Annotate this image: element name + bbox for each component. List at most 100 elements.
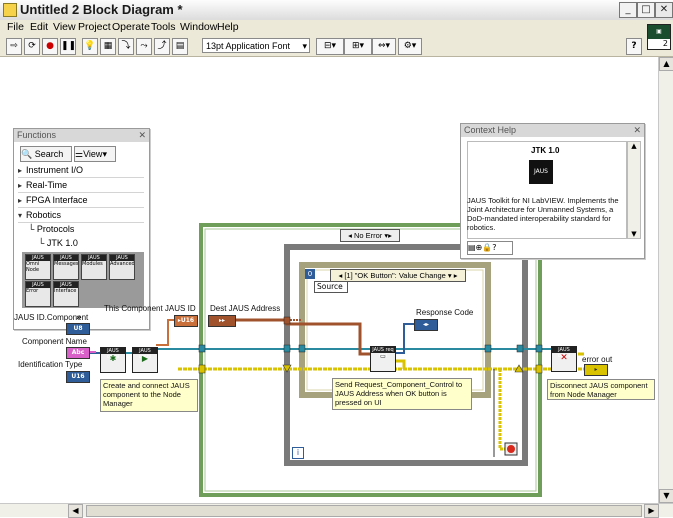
menu-operate[interactable]: Operate [112,21,150,33]
block-diagram-canvas[interactable]: Functions ✕ 🔍 Search ⚌View▾ ▸ Instrument I… [0,57,658,503]
scroll-down-icon[interactable]: ▼ [628,230,640,238]
window-title: Untitled 2 Block Diagram * [20,2,183,17]
vertical-scrollbar[interactable]: ▲ ▼ [658,57,673,503]
dest-jaus-address-label: Dest JAUS Address [210,304,281,313]
help-button[interactable]: ? [626,38,642,55]
palette-icon-advanced[interactable]: JAUS Advanced [109,254,135,280]
vi-icon-number: 2 [662,39,668,48]
context-help-heading: JTK 1.0 [531,146,560,155]
scroll-up-icon[interactable]: ▲ [628,142,640,150]
icon-label: Error [26,288,39,294]
title-bar: Untitled 2 Block Diagram * _ □ ✕ [0,0,673,21]
this-component-indicator[interactable]: ▸U16 [174,315,198,327]
vi-icon-graphic: ▣ [648,25,670,39]
functions-palette[interactable]: Functions ✕ 🔍 Search ⚌View▾ ▸ Instrument I… [13,128,150,330]
context-help-title-text: Context Help [464,125,517,135]
response-code-indicator[interactable]: ◂▸ [414,319,438,331]
minimize-button[interactable]: _ [619,2,637,18]
identification-type-label: Identification Type [18,360,83,369]
scroll-up-icon[interactable]: ▲ [659,57,673,71]
palette-category-robotics[interactable]: ▾ Robotics [18,209,144,223]
functions-title-text: Functions [17,130,57,140]
context-help-buttons[interactable]: ▤⊕🔒? [467,241,513,255]
palette-icon-error[interactable]: JAUS Error [25,281,51,307]
request-component-control-subvi[interactable]: JAUS req ctrl ▭ [370,346,396,372]
menu-project[interactable]: Project [78,21,111,33]
scroll-down-icon[interactable]: ▼ [659,489,673,503]
comment-disconnect[interactable]: Disconnect JAUS component from Node Mana… [547,379,655,400]
reorder-icon[interactable]: ⚙▾ [398,38,422,55]
pause-icon[interactable]: ❚❚ [60,38,76,55]
view-button-label: View [83,149,103,159]
run-jaus-component-subvi[interactable]: JAUS omni ▶ [132,347,158,373]
palette-icon-omni-node[interactable]: JAUS Omni Node [25,254,51,280]
resize-objects-icon[interactable]: ⇔▾ [372,38,396,55]
palette-subitem-protocols[interactable]: └ Protocols [28,223,144,236]
clean-up-icon[interactable]: ▤ [172,38,188,55]
palette-category-instrument-io[interactable]: ▸ Instrument I/O [18,164,144,178]
font-select-value: 13pt Application Font [206,41,291,51]
palette-icon-modules[interactable]: JAUS Modules [81,254,107,280]
create-jaus-component-subvi[interactable]: JAUS omni ✱ [100,347,126,373]
request-control-icon: ▭ [380,353,386,360]
search-button[interactable]: 🔍 Search [20,146,72,162]
context-help-description: JAUS Toolkit for NI LabVIEW. Implements … [467,196,619,232]
highlight-execution-icon[interactable]: 💡 [82,38,98,55]
font-select[interactable]: 13pt Application Font ▾ [202,38,310,53]
search-icon: 🔍 [21,149,33,159]
error-out-indicator[interactable]: ▸ [584,364,608,376]
event-selector[interactable]: ◂ [1] "OK Button": Value Change ▾ ▸ [330,269,466,282]
run-arrow-icon[interactable]: ⇨ [6,38,22,55]
run-continuously-icon[interactable]: ⟳ [24,38,40,55]
dest-jaus-address-control[interactable]: ▸▸ [208,315,236,327]
subitem-label: Protocols [36,224,75,234]
palette-subitem-jtk[interactable]: └ JTK 1.0 [38,237,144,250]
palette-category-fpga-interface[interactable]: ▸ FPGA Interface [18,194,144,208]
align-objects-icon[interactable]: ⊟▾ [316,38,344,55]
run-icon: ▶ [141,354,149,363]
disconnect-jaus-component-subvi[interactable]: JAUS omni ✕ [551,346,577,372]
menu-help[interactable]: Help [217,21,239,33]
jaus-id-control[interactable]: U8 [66,323,90,335]
palette-icon-interface[interactable]: JAUS Interface [53,281,79,307]
maximize-button[interactable]: □ [637,2,655,18]
step-into-icon[interactable]: ⤵ [118,38,134,55]
iteration-terminal[interactable]: i [292,447,304,459]
horizontal-scrollbar[interactable]: ◀ ▶ [0,503,673,518]
abort-icon[interactable]: ● [42,38,58,55]
step-out-icon[interactable]: ⤴ [154,38,170,55]
event-index-terminal[interactable]: 0 [305,269,315,279]
expand-triangle-icon: ▸ [18,181,23,190]
event-data-source-node[interactable]: Source [314,281,348,293]
search-button-label: Search [34,149,64,159]
comment-send-request[interactable]: Send Request_Component_Control to JAUS A… [332,378,472,410]
context-help-window[interactable]: Context Help ✕ JTK 1.0 JAUS JAUS Toolkit … [460,123,645,259]
chevron-down-icon: ▾ [302,41,307,51]
jaus-logo-text: JAUS [534,168,548,175]
category-label: Instrument I/O [26,165,84,175]
menu-edit[interactable]: Edit [30,21,48,33]
view-button[interactable]: ⚌View▾ [74,146,116,162]
palette-category-real-time[interactable]: ▸ Real-Time [18,179,144,193]
context-help-scrollbar[interactable]: ▲ ▼ [627,141,641,239]
palette-icon-messages[interactable]: JAUS Messages [53,254,79,280]
case-selector[interactable]: ◂ No Error ▾▸ [340,229,400,242]
component-name-label: Component Name [22,337,87,346]
component-name-control[interactable]: Abc [66,347,90,359]
horizontal-scroll-thumb[interactable] [86,505,642,517]
distribute-objects-icon[interactable]: ⊞▾ [344,38,372,55]
menu-file[interactable]: File [7,21,24,33]
menu-tools[interactable]: Tools [151,21,176,33]
comment-create-connect[interactable]: Create and connect JAUS component to the… [100,379,198,412]
vi-icon[interactable]: ▣ 2 [647,24,671,50]
step-over-icon[interactable]: ⤳ [136,38,152,55]
case-selector-label: No Error [353,231,383,240]
identification-type-control[interactable]: U16 [66,371,90,383]
menu-window[interactable]: Window [180,21,217,33]
retain-wire-values-icon[interactable]: ▦ [100,38,116,55]
menu-view[interactable]: View [53,21,76,33]
view-icon: ⚌ [75,149,84,159]
close-button[interactable]: ✕ [655,2,673,18]
close-icon[interactable]: ✕ [138,129,146,142]
close-icon[interactable]: ✕ [633,124,641,137]
